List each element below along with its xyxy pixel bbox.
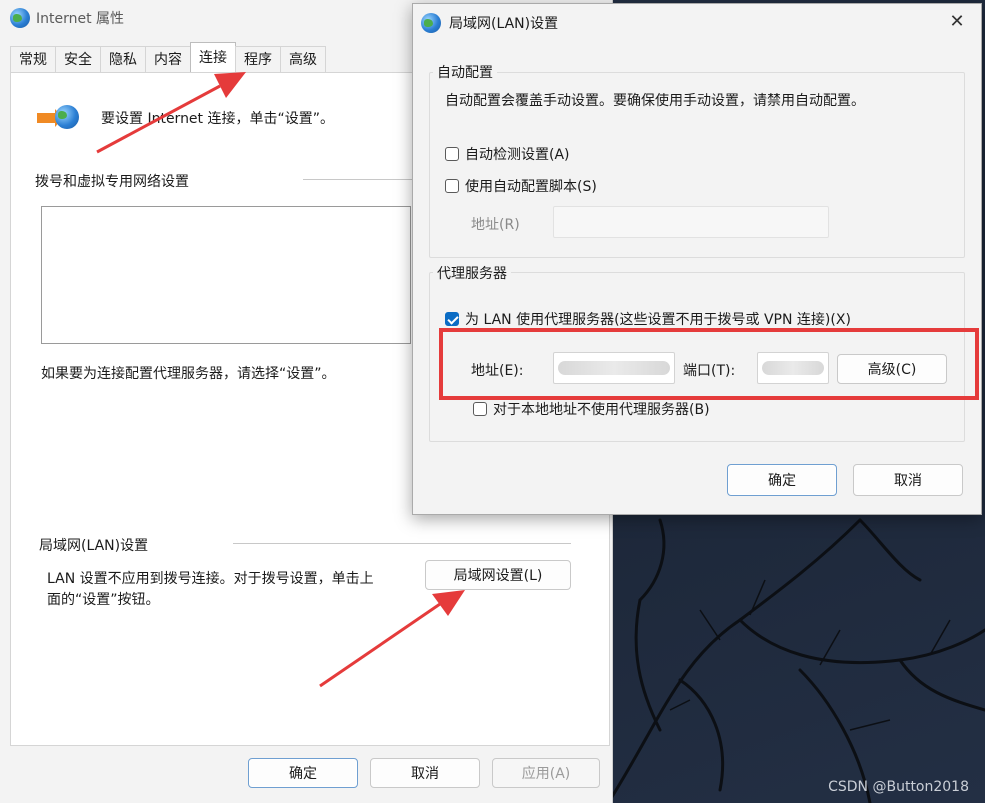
bypass-local-box[interactable] xyxy=(473,402,487,416)
proxy-hint-text: 如果要为连接配置代理服务器，请选择“设置”。 xyxy=(41,366,336,382)
lan-titlebar: 局域网(LAN)设置 xyxy=(413,4,981,42)
script-address-label: 地址(R) xyxy=(471,217,520,233)
setup-row: 要设置 Internet 连接，单击“设置”。 xyxy=(35,103,334,133)
bypass-local-label: 对于本地地址不使用代理服务器(B) xyxy=(493,402,710,418)
apply-button[interactable]: 应用(A) xyxy=(492,758,600,788)
connection-wizard-icon xyxy=(35,103,83,133)
lan-ok-button[interactable]: 确定 xyxy=(727,464,837,496)
tree-branches-image xyxy=(608,518,985,803)
use-script-label: 使用自动配置脚本(S) xyxy=(465,179,597,195)
dialup-connections-list[interactable] xyxy=(41,206,411,344)
auto-detect-checkbox[interactable]: 自动检测设置(A) xyxy=(445,144,570,164)
internet-globe-icon xyxy=(421,13,441,33)
tab-bar: 常规 安全 隐私 内容 连接 程序 高级 xyxy=(10,42,326,73)
lan-cancel-button[interactable]: 取消 xyxy=(853,464,963,496)
auto-detect-box[interactable] xyxy=(445,147,459,161)
tab-security[interactable]: 安全 xyxy=(55,46,101,73)
bypass-local-checkbox[interactable]: 对于本地地址不使用代理服务器(B) xyxy=(473,399,710,419)
lan-dialog-title: 局域网(LAN)设置 xyxy=(449,16,559,32)
ok-button[interactable]: 确定 xyxy=(248,758,358,788)
proxy-group-title: 代理服务器 xyxy=(433,263,511,283)
cancel-button[interactable]: 取消 xyxy=(370,758,480,788)
main-window-title: Internet 属性 xyxy=(36,11,125,27)
use-proxy-box[interactable] xyxy=(445,312,459,326)
lan-divider xyxy=(233,543,571,544)
tab-general[interactable]: 常规 xyxy=(10,46,56,73)
tab-programs[interactable]: 程序 xyxy=(235,46,281,73)
dialup-section-label: 拨号和虚拟专用网络设置 xyxy=(35,174,189,190)
watermark-text: CSDN @Button2018 xyxy=(828,779,969,795)
lan-section-label: 局域网(LAN)设置 xyxy=(39,538,149,554)
auto-config-description: 自动配置会覆盖手动设置。要确保使用手动设置，请禁用自动配置。 xyxy=(445,93,865,109)
use-script-checkbox[interactable]: 使用自动配置脚本(S) xyxy=(445,176,597,196)
use-proxy-label: 为 LAN 使用代理服务器(这些设置不用于拨号或 VPN 连接)(X) xyxy=(465,312,851,328)
close-icon[interactable]: ✕ xyxy=(947,12,967,32)
script-address-field xyxy=(553,206,829,238)
setup-instruction: 要设置 Internet 连接，单击“设置”。 xyxy=(101,111,334,127)
auto-detect-label: 自动检测设置(A) xyxy=(465,147,570,163)
tab-connections[interactable]: 连接 xyxy=(190,42,236,73)
proxy-highlight-box xyxy=(439,328,979,400)
tab-privacy[interactable]: 隐私 xyxy=(100,46,146,73)
lan-description-line2: 面的“设置”按钮。 xyxy=(47,592,160,608)
lan-description-line1: LAN 设置不应用到拨号连接。对于拨号设置，单击上 xyxy=(47,571,374,587)
dialup-divider xyxy=(303,179,413,180)
internet-globe-icon xyxy=(10,8,30,28)
use-proxy-checkbox[interactable]: 为 LAN 使用代理服务器(这些设置不用于拨号或 VPN 连接)(X) xyxy=(445,309,851,329)
tab-advanced[interactable]: 高级 xyxy=(280,46,326,73)
use-script-box[interactable] xyxy=(445,179,459,193)
tab-content[interactable]: 内容 xyxy=(145,46,191,73)
lan-settings-dialog: 局域网(LAN)设置 ✕ 自动配置 自动配置会覆盖手动设置。要确保使用手动设置，… xyxy=(412,3,982,515)
auto-config-group-title: 自动配置 xyxy=(433,62,497,82)
lan-settings-button[interactable]: 局域网设置(L) xyxy=(425,560,571,590)
